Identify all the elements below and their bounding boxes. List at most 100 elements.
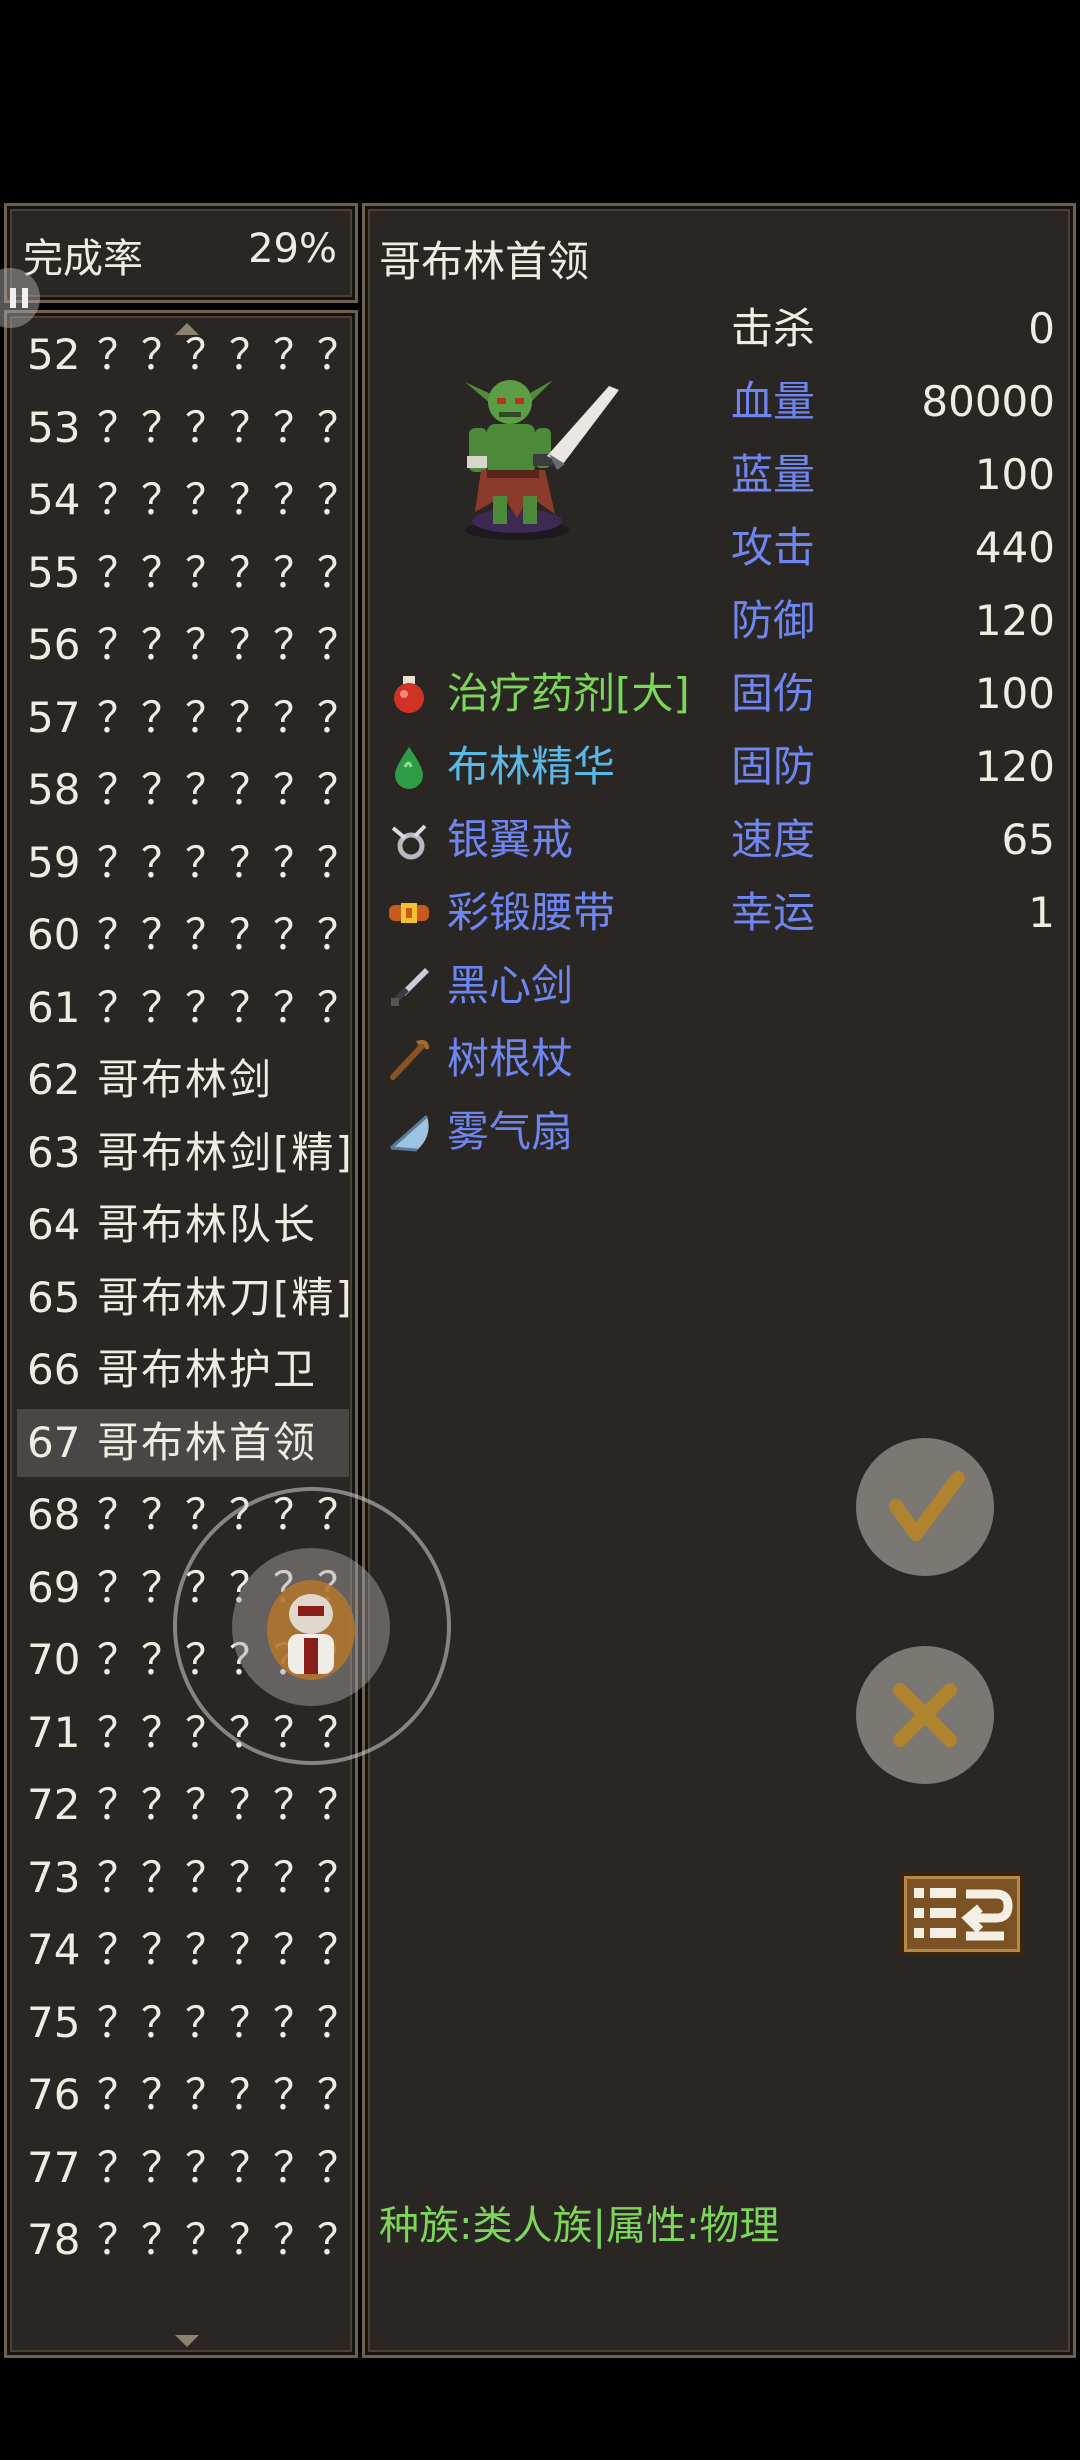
list-item[interactable]: 61 ？？？？？？ xyxy=(17,974,359,1042)
sword-icon xyxy=(391,968,429,1006)
stat-label: 蓝量 xyxy=(731,450,816,499)
list-item-name: ？？？？？？ xyxy=(97,330,362,379)
list-item-name: 哥布林剑[精] xyxy=(97,1127,354,1177)
list-item-number: 61 xyxy=(27,982,81,1032)
drop-item-name: 布林精华 xyxy=(447,742,616,791)
stat-value: 440 xyxy=(974,523,1055,572)
list-item[interactable]: 58 ？？？？？？ xyxy=(17,756,359,824)
list-item[interactable]: 59 ？？？？？？ xyxy=(17,829,359,897)
essence-drop-icon xyxy=(395,747,423,789)
list-item-number: 52 xyxy=(27,330,81,379)
list-item-name: 哥布林护卫 xyxy=(97,1345,318,1394)
list-item-number: 75 xyxy=(27,1997,81,2047)
stat-label: 防御 xyxy=(731,596,816,645)
list-item-number: 66 xyxy=(27,1345,81,1394)
list-item-number: 54 xyxy=(27,475,81,524)
pause-button[interactable] xyxy=(0,268,40,328)
completion-value: 29% xyxy=(248,226,337,272)
monster-list[interactable]: 52 ？？？？？？ 53 ？？？？？？ 54 ？？？？？？ 55 ？？？？？？ 56 ？？？？？？… xyxy=(4,310,359,2358)
cancel-button[interactable] xyxy=(856,1646,994,1784)
list-item-number: 76 xyxy=(27,2070,81,2119)
list-item-name: ？？？？？？ xyxy=(97,620,362,669)
race-attribute-info: 种族:类人族|属性:物理 xyxy=(379,2203,780,2249)
completion-label: 完成率 xyxy=(23,236,143,282)
list-item-number: 64 xyxy=(27,1200,81,1249)
list-item[interactable]: 77 ？？？？？？ xyxy=(17,2134,359,2202)
list-item[interactable]: 73 ？？？？？？ xyxy=(17,1844,359,1912)
list-item-name: ？？？？？？ xyxy=(97,765,362,814)
list-item[interactable]: 52 ？？？？？？ xyxy=(17,321,359,389)
list-toggle-icon xyxy=(914,1888,1013,1941)
list-item[interactable]: 55 ？？？？？？ xyxy=(17,539,359,607)
list-item[interactable]: 74 ？？？？？？ xyxy=(17,1916,359,1984)
list-item-number: 69 xyxy=(27,1562,81,1612)
list-item-number: 68 xyxy=(27,1490,81,1539)
stat-value: 100 xyxy=(974,450,1055,499)
list-item[interactable]: 62 哥布林剑 xyxy=(17,1046,349,1114)
list-item[interactable]: 66 哥布林护卫 xyxy=(17,1336,349,1404)
list-item-name: 哥布林刀[精] xyxy=(97,1272,354,1322)
list-item[interactable]: 63 哥布林剑[精] xyxy=(17,1119,352,1187)
list-item[interactable]: 53 ？？？？？？ xyxy=(17,394,359,462)
list-item-number: 60 xyxy=(27,910,81,959)
player-avatar-icon xyxy=(267,1580,355,1680)
stat-value: 0 xyxy=(1028,304,1055,353)
stat-value: 100 xyxy=(974,669,1055,718)
list-item-number: 56 xyxy=(27,620,81,669)
list-item-name: 哥布林队长 xyxy=(97,1200,318,1249)
stat-label: 幸运 xyxy=(731,888,816,937)
stat-value: 65 xyxy=(1001,815,1055,864)
goblin-chief-sprite xyxy=(465,380,619,540)
virtual-joystick-knob[interactable] xyxy=(232,1548,390,1706)
list-item[interactable]: 57 ？？？？？？ xyxy=(17,684,359,752)
list-item-number: 53 xyxy=(27,402,81,452)
list-item[interactable]: 65 哥布林刀[精] xyxy=(17,1264,352,1332)
stat-value: 120 xyxy=(974,596,1055,645)
confirm-button[interactable] xyxy=(856,1438,994,1576)
list-item-number: 65 xyxy=(27,1272,81,1322)
list-item[interactable]: 67 哥布林首领 xyxy=(17,1408,349,1477)
list-item-number: 73 xyxy=(27,1852,81,1902)
list-item-name: ？？？？？？ xyxy=(97,1997,362,2047)
list-item-number: 74 xyxy=(27,1925,81,1974)
stat-value: 80000 xyxy=(921,377,1055,426)
stat-label: 血量 xyxy=(731,377,816,426)
list-item-number: 59 xyxy=(27,837,81,887)
list-item[interactable]: 78 ？？？？？？ xyxy=(17,2206,359,2274)
monster-name: 哥布林首领 xyxy=(379,237,590,286)
list-item[interactable]: 64 哥布林队长 xyxy=(17,1191,349,1259)
list-item[interactable]: 72 ？？？？？？ xyxy=(17,1771,359,1839)
list-item-name: ？？？？？？ xyxy=(97,692,362,742)
list-item-name: ？？？？？？ xyxy=(97,2142,362,2192)
list-item-number: 67 xyxy=(27,1417,81,1467)
drop-item-name: 治疗药剂[大] xyxy=(447,669,690,718)
list-item-name: ？？？？？？ xyxy=(97,402,362,452)
stat-label: 攻击 xyxy=(731,523,816,572)
list-item[interactable]: 75 ？？？？？？ xyxy=(17,1989,359,2057)
list-item-name: ？？？？？？ xyxy=(97,2070,362,2119)
drop-item-name: 树根杖 xyxy=(447,1034,574,1083)
fan-icon xyxy=(390,1114,429,1152)
list-item[interactable]: 56 ？？？？？？ xyxy=(17,611,359,679)
stat-value: 1 xyxy=(1028,888,1055,937)
list-item-number: 77 xyxy=(27,2142,81,2192)
stat-label: 速度 xyxy=(731,815,816,864)
list-item-number: 62 xyxy=(27,1055,81,1104)
list-item[interactable]: 76 ？？？？？？ xyxy=(17,2061,359,2129)
drop-item-name: 雾气扇 xyxy=(447,1107,574,1156)
monster-detail-panel: 哥布林首领 治疗药剂[大] 布林精华 银翼戒 彩锻腰带 黑心剑 树根杖 雾气扇 击杀 0 血量 8… xyxy=(362,203,1076,2358)
list-item-number: 57 xyxy=(27,692,81,742)
list-item-name: ？？？？？？ xyxy=(97,910,362,959)
stat-label: 击杀 xyxy=(731,304,816,353)
list-item[interactable]: 60 ？？？？？？ xyxy=(17,901,359,969)
list-item-name: ？？？？？？ xyxy=(97,1925,362,1974)
stat-label: 固防 xyxy=(731,742,816,791)
list-item-number: 71 xyxy=(27,1707,81,1757)
ring-icon xyxy=(391,824,427,860)
list-item[interactable]: 54 ？？？？？？ xyxy=(17,466,359,534)
list-item-name: ？？？？？？ xyxy=(97,2215,362,2264)
scroll-down-arrow-icon[interactable] xyxy=(175,2335,199,2347)
completion-panel: 完成率 29% xyxy=(4,203,358,303)
belt-icon xyxy=(389,903,429,923)
list-toggle-button[interactable] xyxy=(900,1872,1024,1956)
